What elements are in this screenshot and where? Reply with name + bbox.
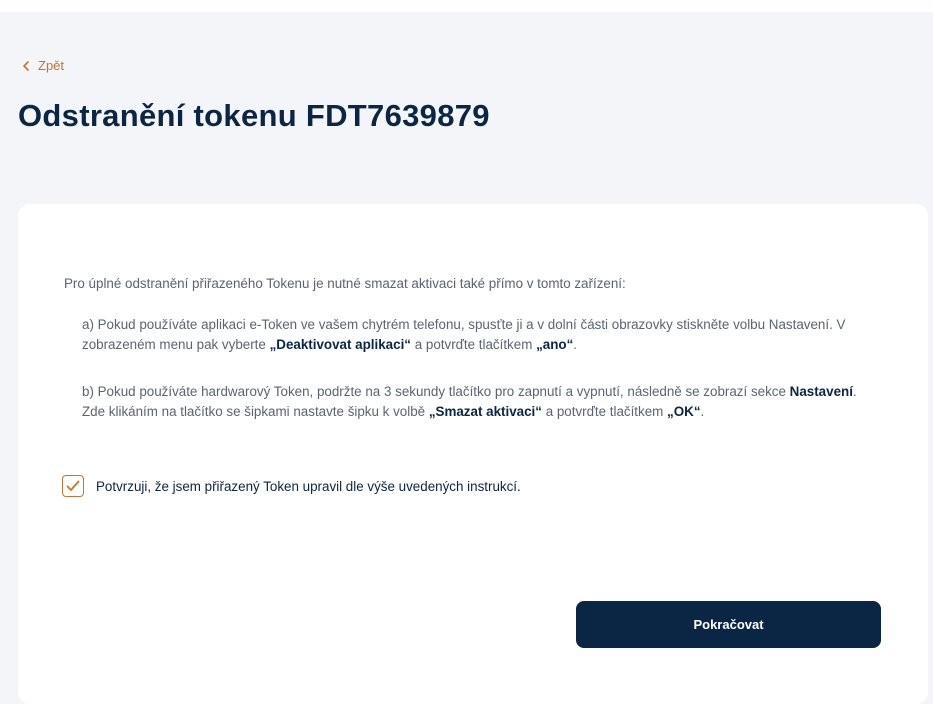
chevron-left-icon xyxy=(23,60,29,71)
back-link[interactable]: Zpět xyxy=(22,58,64,73)
instruction-mobile-app: a) Pokud používáte aplikaci e-Token ve v… xyxy=(82,315,862,355)
top-bar xyxy=(0,0,933,12)
instruction-a-text-3: . xyxy=(573,337,578,352)
instruction-b-ok-ref: „OK“ xyxy=(667,404,701,419)
instruction-b-text-3: a potvrďte tlačítkem xyxy=(541,404,668,419)
instruction-b-text-4: . xyxy=(700,404,705,419)
page-title: Odstranění tokenu FDT7639879 xyxy=(18,98,490,133)
instruction-a-yes-button-ref: „ano“ xyxy=(536,337,574,352)
confirm-label: Potvrzuji, že jsem přiřazený Token uprav… xyxy=(96,478,521,494)
content-card: Pro úplné odstranění přiřazeného Tokenu … xyxy=(18,204,928,704)
confirm-checkbox[interactable] xyxy=(62,475,84,497)
instruction-b-text-1: b) Pokud používáte hardwarový Token, pod… xyxy=(82,384,790,399)
checkmark-icon xyxy=(66,480,80,491)
instruction-b-delete-activation-ref: „Smazat aktivaci“ xyxy=(428,404,542,419)
instruction-a-text-2: a potvrďte tlačítkem xyxy=(411,337,537,352)
instruction-hardware-token: b) Pokud používáte hardwarový Token, pod… xyxy=(82,382,862,422)
continue-button[interactable]: Pokračovat xyxy=(576,601,881,648)
intro-text: Pro úplné odstranění přiřazeného Tokenu … xyxy=(64,276,626,291)
back-link-label: Zpět xyxy=(38,58,65,73)
instruction-b-settings-ref: Nastavení xyxy=(789,384,853,399)
confirm-row[interactable]: Potvrzuji, že jsem přiřazený Token uprav… xyxy=(62,475,521,497)
instruction-a-deactivate-option: „Deaktivovat aplikaci“ xyxy=(269,337,411,352)
